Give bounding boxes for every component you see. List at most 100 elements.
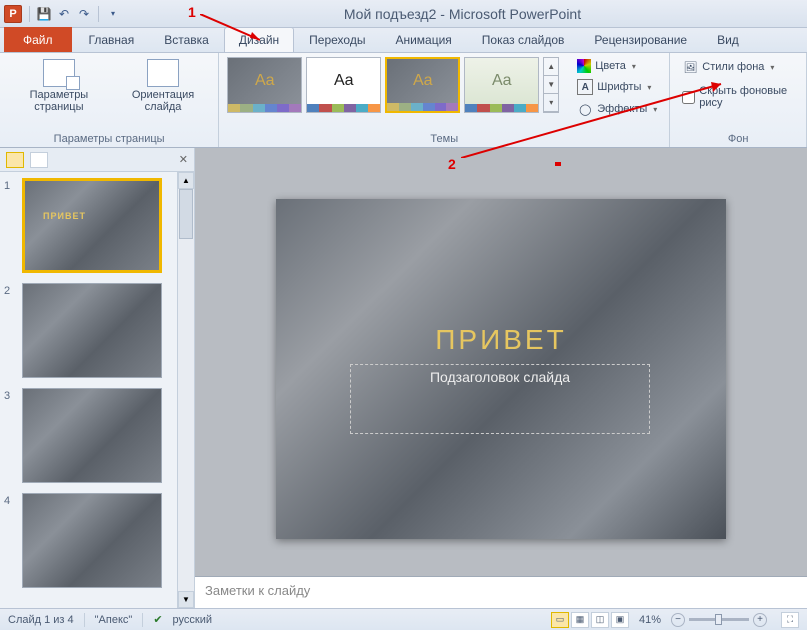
notes-pane[interactable]: Заметки к слайду bbox=[195, 576, 807, 608]
thumb-number: 3 bbox=[4, 388, 16, 483]
fit-to-window-button[interactable]: ⛶ bbox=[781, 612, 799, 628]
fonts-label: Шрифты bbox=[597, 81, 641, 93]
tab-file[interactable]: Файл bbox=[4, 27, 72, 52]
gallery-down-icon[interactable]: ▼ bbox=[544, 76, 558, 94]
page-setup-label: Параметры страницы bbox=[12, 89, 106, 113]
thumb-row: 1 ПРИВЕТ bbox=[4, 178, 173, 273]
annotation-1: 1 bbox=[188, 4, 196, 20]
thumb-row: 3 bbox=[4, 388, 173, 483]
annotation-2: 2 bbox=[448, 156, 456, 172]
colors-icon bbox=[577, 59, 591, 73]
background-styles-button[interactable]: 🖼 Стили фона▾ bbox=[678, 57, 778, 77]
theme-effects-button[interactable]: ◯ Эффекты▾ bbox=[573, 99, 661, 119]
normal-view-button[interactable]: ▭ bbox=[551, 612, 569, 628]
slide-canvas: 2 ПРИВЕТ Подзаголовок слайда bbox=[195, 148, 807, 576]
group-background: 🖼 Стили фона▾ Скрыть фоновые рису Фон bbox=[670, 53, 807, 147]
sorter-view-button[interactable]: ▦ bbox=[571, 612, 589, 628]
annotation-dot bbox=[555, 162, 561, 166]
group-page-setup: Параметры страницы Ориентация слайда Пар… bbox=[0, 53, 219, 147]
window-title: Мой подъезд2 - Microsoft PowerPoint bbox=[122, 6, 803, 22]
ribbon: Параметры страницы Ориентация слайда Пар… bbox=[0, 53, 807, 148]
slide-title[interactable]: ПРИВЕТ bbox=[276, 324, 726, 356]
thumb-row: 2 bbox=[4, 283, 173, 378]
tab-transitions[interactable]: Переходы bbox=[294, 27, 380, 52]
gallery-more-icon[interactable]: ▾ bbox=[544, 94, 558, 112]
scroll-up-icon[interactable]: ▲ bbox=[178, 172, 194, 189]
theme-thumb-selected[interactable]: Aa bbox=[385, 57, 460, 113]
redo-icon[interactable]: ↷ bbox=[75, 5, 93, 23]
document-name: Мой подъезд2 bbox=[344, 6, 437, 22]
zoom-in-button[interactable]: + bbox=[753, 613, 767, 627]
page-setup-icon bbox=[43, 59, 75, 87]
app-name: Microsoft PowerPoint bbox=[449, 6, 581, 22]
thumbs-pane-header: ✕ bbox=[0, 148, 194, 172]
thumbs-scrollbar[interactable]: ▲ ▼ bbox=[177, 172, 194, 608]
reading-view-button[interactable]: ◫ bbox=[591, 612, 609, 628]
outline-view-toggle[interactable] bbox=[30, 152, 48, 168]
orientation-label: Ориентация слайда bbox=[120, 89, 206, 113]
tab-review[interactable]: Рецензирование bbox=[579, 27, 702, 52]
undo-icon[interactable]: ↶ bbox=[55, 5, 73, 23]
qat-dropdown-icon[interactable]: ▾ bbox=[104, 5, 122, 23]
thumbnails-pane: ✕ 1 ПРИВЕТ 2 3 4 ▲ ▼ bbox=[0, 148, 195, 608]
title-bar: P 💾 ↶ ↷ ▾ Мой подъезд2 - Microsoft Power… bbox=[0, 0, 807, 28]
thumb-title: ПРИВЕТ bbox=[43, 211, 86, 221]
page-setup-button[interactable]: Параметры страницы bbox=[8, 57, 110, 115]
theme-thumb-4[interactable]: Aa bbox=[464, 57, 539, 113]
slides-view-toggle[interactable] bbox=[6, 152, 24, 168]
zoom-value[interactable]: 41% bbox=[639, 614, 661, 626]
thumb-number: 2 bbox=[4, 283, 16, 378]
group-label-background: Фон bbox=[678, 131, 798, 145]
save-icon[interactable]: 💾 bbox=[35, 5, 53, 23]
effects-icon: ◯ bbox=[577, 101, 593, 117]
slide[interactable]: ПРИВЕТ Подзаголовок слайда bbox=[276, 199, 726, 539]
group-label-page-setup: Параметры страницы bbox=[8, 131, 210, 145]
close-pane-icon[interactable]: ✕ bbox=[179, 153, 188, 166]
thumb-row: 4 bbox=[4, 493, 173, 588]
app-icon: P bbox=[4, 5, 22, 23]
zoom-control: − + bbox=[671, 613, 767, 627]
thumb-number: 4 bbox=[4, 493, 16, 588]
hide-bg-label: Скрыть фоновые рису bbox=[699, 85, 794, 109]
fonts-icon: A bbox=[577, 79, 593, 95]
thumb-number: 1 bbox=[4, 178, 16, 273]
slide-counter: Слайд 1 из 4 bbox=[8, 614, 74, 626]
hide-bg-check[interactable] bbox=[682, 91, 695, 104]
tab-slideshow[interactable]: Показ слайдов bbox=[467, 27, 580, 52]
slideshow-view-button[interactable]: ▣ bbox=[611, 612, 629, 628]
tab-design[interactable]: Дизайн bbox=[224, 27, 294, 52]
slide-thumbnail[interactable] bbox=[22, 493, 162, 588]
slide-thumbnail[interactable]: ПРИВЕТ bbox=[22, 178, 162, 273]
slide-thumbnail[interactable] bbox=[22, 388, 162, 483]
zoom-slider[interactable] bbox=[689, 618, 749, 621]
status-bar: Слайд 1 из 4 "Апекс" ✔ русский ▭ ▦ ◫ ▣ 4… bbox=[0, 608, 807, 630]
hide-background-checkbox[interactable]: Скрыть фоновые рису bbox=[678, 83, 798, 111]
theme-thumb-1[interactable]: Aa bbox=[227, 57, 302, 113]
gallery-up-icon[interactable]: ▲ bbox=[544, 58, 558, 76]
slide-subtitle-placeholder[interactable]: Подзаголовок слайда bbox=[350, 364, 650, 434]
ribbon-tabs: Файл Главная Вставка Дизайн Переходы Ани… bbox=[0, 28, 807, 53]
theme-name: "Апекс" bbox=[95, 614, 133, 626]
tab-animation[interactable]: Анимация bbox=[380, 27, 466, 52]
language-indicator[interactable]: русский bbox=[173, 614, 212, 626]
zoom-out-button[interactable]: − bbox=[671, 613, 685, 627]
view-buttons: ▭ ▦ ◫ ▣ bbox=[551, 612, 629, 628]
effects-label: Эффекты bbox=[597, 103, 647, 115]
thumbs-list: 1 ПРИВЕТ 2 3 4 bbox=[0, 172, 177, 608]
scroll-down-icon[interactable]: ▼ bbox=[178, 591, 194, 608]
slide-thumbnail[interactable] bbox=[22, 283, 162, 378]
spellcheck-icon[interactable]: ✔ bbox=[153, 613, 162, 626]
bg-styles-label: Стили фона bbox=[702, 61, 764, 73]
theme-thumb-2[interactable]: Aa bbox=[306, 57, 381, 113]
background-styles-icon: 🖼 bbox=[682, 59, 698, 75]
group-label-themes: Темы bbox=[227, 131, 661, 145]
colors-label: Цвета bbox=[595, 60, 626, 72]
tab-home[interactable]: Главная bbox=[74, 27, 150, 52]
slide-orientation-button[interactable]: Ориентация слайда bbox=[116, 57, 210, 115]
tab-view[interactable]: Вид bbox=[702, 27, 754, 52]
theme-colors-button[interactable]: Цвета▾ bbox=[573, 57, 661, 75]
quick-access-toolbar: 💾 ↶ ↷ ▾ bbox=[26, 5, 122, 23]
tab-insert[interactable]: Вставка bbox=[149, 27, 224, 52]
theme-fonts-button[interactable]: A Шрифты▾ bbox=[573, 77, 661, 97]
theme-gallery-controls: ▲ ▼ ▾ bbox=[543, 57, 559, 113]
